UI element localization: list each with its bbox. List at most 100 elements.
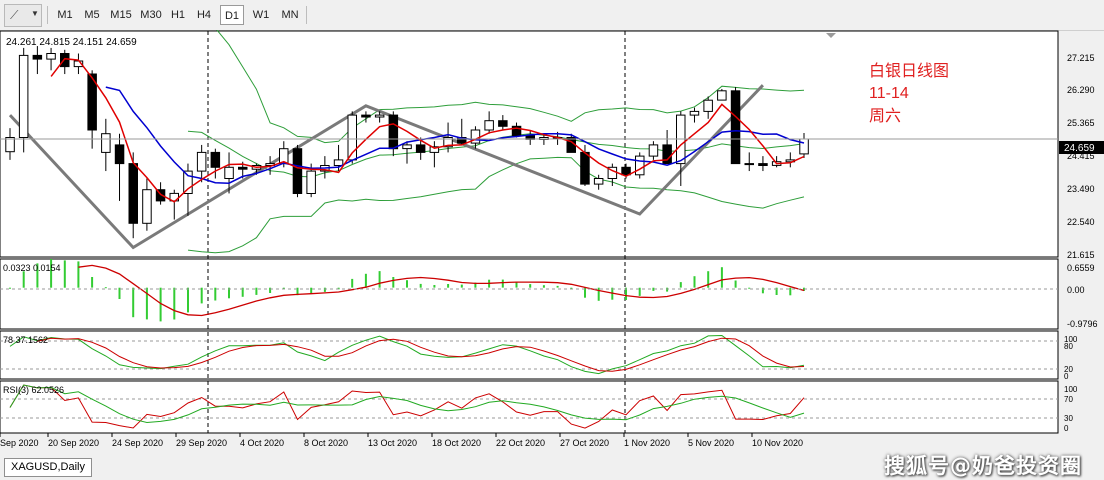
time-label: 18 Oct 2020 [432, 438, 481, 448]
time-label: 27 Oct 2020 [560, 438, 609, 448]
candle-body [18, 54, 29, 138]
tf-m1-button[interactable]: M1 [54, 5, 76, 25]
macd-bar [748, 287, 751, 289]
stoch-tick: 0 [1064, 372, 1069, 381]
candle [635, 152, 645, 179]
price-tick: 27.215 [1067, 53, 1095, 63]
candle-body [101, 133, 111, 153]
candle-body [744, 163, 754, 166]
rsi-tick: 70 [1064, 395, 1073, 404]
toolbar-separator [47, 6, 48, 24]
tf-h4-button[interactable]: H4 [193, 5, 215, 25]
price-axis: 27.215 26.290 25.365 24.415 23.490 22.54… [1067, 53, 1095, 260]
macd-bar [132, 287, 135, 318]
tf-w1-button[interactable]: W1 [249, 5, 273, 25]
candle-body [128, 163, 138, 224]
rsi-tick: 0 [1064, 424, 1069, 433]
candle-body [689, 110, 700, 116]
macd-values: 0.0323 0.0154 [3, 263, 61, 273]
price-tick: 23.490 [1067, 184, 1095, 194]
macd-bar [679, 282, 682, 288]
time-label: 4 Oct 2020 [240, 438, 284, 448]
candle-body [196, 151, 207, 172]
stochastic-values: 78 37.1562 [3, 335, 48, 345]
time-label: 10 Nov 2020 [752, 438, 803, 448]
candle-body [306, 170, 316, 195]
macd-bar [214, 287, 217, 301]
chevron-down-icon: ▼ [31, 9, 39, 18]
time-axis: Sep 2020 20 Sep 2020 24 Sep 2020 29 Sep 202… [0, 433, 803, 448]
macd-bar [406, 280, 408, 288]
candle-body [580, 151, 590, 185]
candle-body [758, 163, 768, 167]
macd-bar [693, 276, 696, 288]
candle-body [46, 53, 56, 60]
candle-body [142, 189, 152, 224]
ohlc-info: 24.261 24.815 24.151 24.659 [6, 37, 137, 48]
candle-body [224, 166, 234, 180]
rsi-tick: 100 [1064, 385, 1078, 394]
candle-body [484, 120, 494, 131]
current-price-label: 24.659 [1064, 143, 1095, 154]
tf-mn-button[interactable]: MN [277, 5, 303, 25]
stoch-tick: 80 [1064, 342, 1073, 351]
annotation-line-3: 周六 [869, 107, 901, 125]
candle-body [717, 90, 727, 101]
rsi-values: RSI(3) 62.0526 [3, 385, 64, 395]
macd-bar [364, 273, 367, 288]
candle [717, 88, 727, 101]
candle [347, 111, 357, 164]
tf-m15-button[interactable]: M15 [107, 5, 135, 25]
candle-body [374, 114, 385, 118]
macd-bar [529, 284, 532, 288]
macd-bar [323, 287, 326, 292]
macd-tick: 0.6559 [1067, 263, 1095, 273]
candle-body [388, 114, 399, 150]
annotation-line-2: 11-14 [869, 85, 909, 102]
chart-svg[interactable]: 24.261 24.815 24.151 24.659 白银日线图 11-14 … [0, 12, 1104, 450]
price-tick: 25.365 [1067, 118, 1095, 128]
symbol-tab[interactable]: XAGUSD,Daily [4, 458, 92, 477]
candle-body [333, 159, 344, 166]
candle-body [292, 148, 303, 194]
annotation-line-1: 白银日线图 [869, 62, 949, 80]
macd-bar [173, 287, 176, 320]
macd-bar [556, 285, 559, 288]
macd-pane[interactable] [0, 258, 1059, 330]
tf-h1-button[interactable]: H1 [168, 5, 188, 25]
chart-area[interactable]: 24.261 24.815 24.151 24.659 白银日线图 11-14 … [0, 12, 1104, 450]
macd-bar [789, 287, 792, 296]
price-tick: 22.540 [1067, 217, 1095, 227]
candle [292, 144, 303, 198]
candle-body [5, 137, 15, 153]
macd-tick: -0.9796 [1067, 319, 1098, 329]
candle-body [648, 144, 659, 157]
macd-tick: 0.00 [1067, 285, 1085, 295]
tf-m5-button[interactable]: M5 [80, 5, 104, 25]
macd-bar [625, 287, 627, 300]
watermark: 搜狐号@奶爸投资圈 [884, 454, 1082, 478]
macd-bar [9, 287, 11, 289]
macd-bar [734, 280, 737, 288]
macd-bar [720, 267, 723, 288]
rsi-pane[interactable] [0, 380, 1059, 434]
macd-bar [255, 287, 258, 295]
toolbar-separator [306, 6, 307, 24]
candle-body [621, 166, 631, 176]
time-label: 22 Oct 2020 [496, 438, 545, 448]
time-label: 8 Oct 2020 [304, 438, 348, 448]
macd-bar [200, 287, 203, 304]
candle-body [799, 138, 809, 155]
price-tick: 26.290 [1067, 85, 1095, 95]
line-tool-button[interactable]: ⟋ ▼ [4, 4, 42, 27]
macd-bar [447, 284, 450, 288]
candle-body [415, 144, 426, 153]
macd-bar [378, 271, 381, 288]
bottom-bar: XAGUSD,Daily 搜狐号@奶爸投资圈 [0, 450, 1104, 480]
tf-d1-button[interactable]: D1 [220, 5, 244, 25]
candle [730, 87, 741, 165]
tf-m30-button[interactable]: M30 [137, 5, 165, 25]
stochastic-pane[interactable] [0, 330, 1059, 380]
time-label: 1 Nov 2020 [624, 438, 670, 448]
time-label: 5 Nov 2020 [688, 438, 734, 448]
